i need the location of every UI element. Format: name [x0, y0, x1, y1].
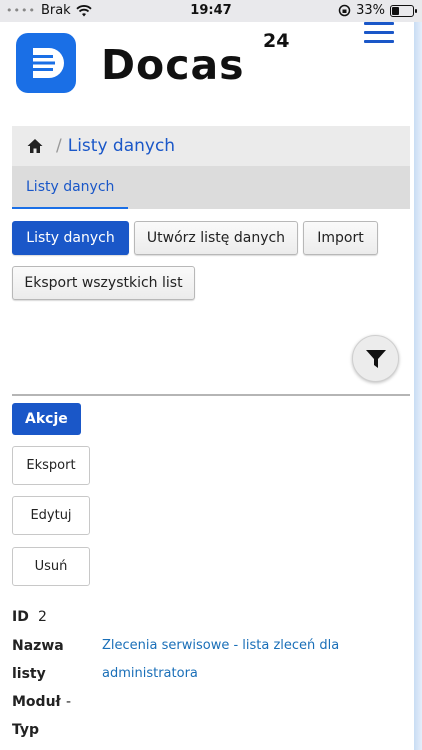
list-data-button[interactable]: Listy danych [12, 221, 129, 255]
name-value-link-line1[interactable]: Zlecenia serwisowe - lista zleceń dla [102, 638, 339, 653]
import-button[interactable]: Import [303, 221, 378, 255]
tab-listy-danych[interactable]: Listy danych [12, 166, 129, 209]
name-label-line1: Nazwa [12, 638, 64, 654]
name-label-line2: listy [12, 666, 46, 682]
id-label: ID [12, 609, 29, 625]
module-label: Moduł [12, 694, 61, 710]
delete-button[interactable]: Usuń [12, 547, 90, 586]
battery-icon [390, 4, 417, 17]
brand-name: Docas [101, 41, 245, 89]
create-list-button[interactable]: Utwórz listę danych [134, 221, 298, 255]
breadcrumb: / Listy danych [12, 126, 410, 166]
breadcrumb-separator: / [56, 136, 62, 156]
hamburger-menu-icon[interactable] [364, 22, 394, 44]
home-icon[interactable] [26, 137, 44, 155]
tab-bar: Listy danych [12, 166, 410, 209]
module-value: - [66, 694, 72, 710]
divider [12, 394, 410, 396]
brand-sup: 24 [263, 30, 290, 52]
name-value-link-line2[interactable]: administratora [102, 666, 198, 681]
export-button[interactable]: Eksport [12, 446, 90, 485]
status-bar: •••• Brak 19:47 33% [0, 0, 422, 22]
filter-button[interactable] [352, 335, 399, 382]
filter-icon [365, 349, 386, 368]
actions-menu-button[interactable]: Akcje [12, 403, 81, 435]
docas-logo-icon[interactable] [16, 33, 76, 93]
battery-percent: 33% [356, 3, 385, 18]
type-label: Typ [12, 722, 40, 738]
edit-button[interactable]: Edytuj [12, 496, 90, 535]
id-value: 2 [38, 609, 47, 625]
orientation-lock-icon [338, 4, 351, 17]
export-all-button[interactable]: Eksport wszystkich list [12, 266, 195, 300]
scroll-edge [414, 22, 422, 750]
breadcrumb-current[interactable]: Listy danych [68, 136, 175, 156]
